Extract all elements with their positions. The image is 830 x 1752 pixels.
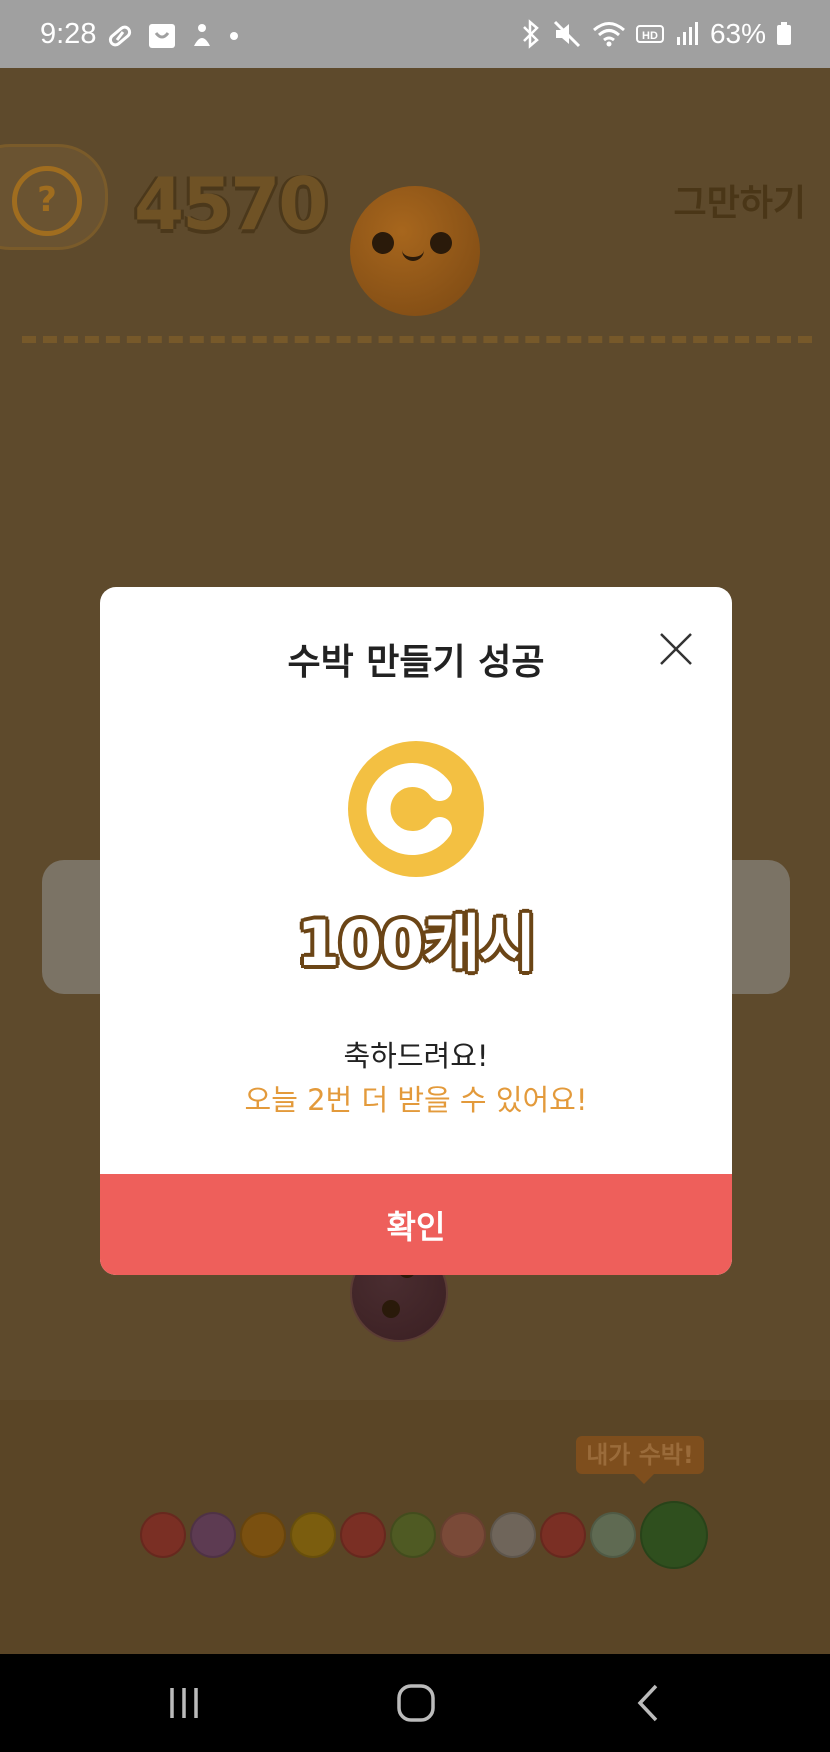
svg-text:HD: HD xyxy=(642,30,658,42)
success-dialog: 수박 만들기 성공 100캐시 축하드려요! 오늘 2번 더 받을 수 있어요!… xyxy=(100,587,732,1275)
modal-overlay: 수박 만들기 성공 100캐시 축하드려요! 오늘 2번 더 받을 수 있어요!… xyxy=(0,68,830,1654)
battery-percent: 63% xyxy=(709,18,766,49)
bluetooth-icon xyxy=(523,19,539,49)
mute-icon xyxy=(553,20,581,48)
shopping-bag-icon xyxy=(149,24,175,48)
battery-icon xyxy=(777,22,791,45)
cash-coin-icon xyxy=(348,741,484,877)
pill-icon xyxy=(108,25,132,47)
dialog-title: 수박 만들기 성공 xyxy=(287,642,545,683)
close-icon[interactable] xyxy=(656,629,696,669)
confirm-button[interactable]: 확인 xyxy=(100,1174,732,1275)
recents-icon[interactable] xyxy=(154,1678,214,1728)
system-icons: HD 63% xyxy=(520,18,792,50)
congrats-text: 축하드려요! xyxy=(343,1039,489,1073)
remaining-text: 오늘 2번 더 받을 수 있어요! xyxy=(244,1083,588,1117)
home-icon[interactable] xyxy=(386,1678,446,1728)
wifi-icon xyxy=(592,22,625,47)
coin-letter-icon xyxy=(366,763,452,855)
signal-icon xyxy=(676,22,698,45)
dot-icon xyxy=(230,32,238,40)
back-icon[interactable] xyxy=(618,1678,678,1728)
clock: 9:28 xyxy=(40,18,97,50)
status-bar: 9:28 HD 63% xyxy=(0,0,830,68)
notification-icons xyxy=(106,22,240,50)
reward-amount: 100캐시 xyxy=(296,907,537,980)
app-icon xyxy=(194,24,210,46)
navigation-bar xyxy=(0,1654,830,1752)
hd-voice-icon: HD xyxy=(635,25,664,43)
